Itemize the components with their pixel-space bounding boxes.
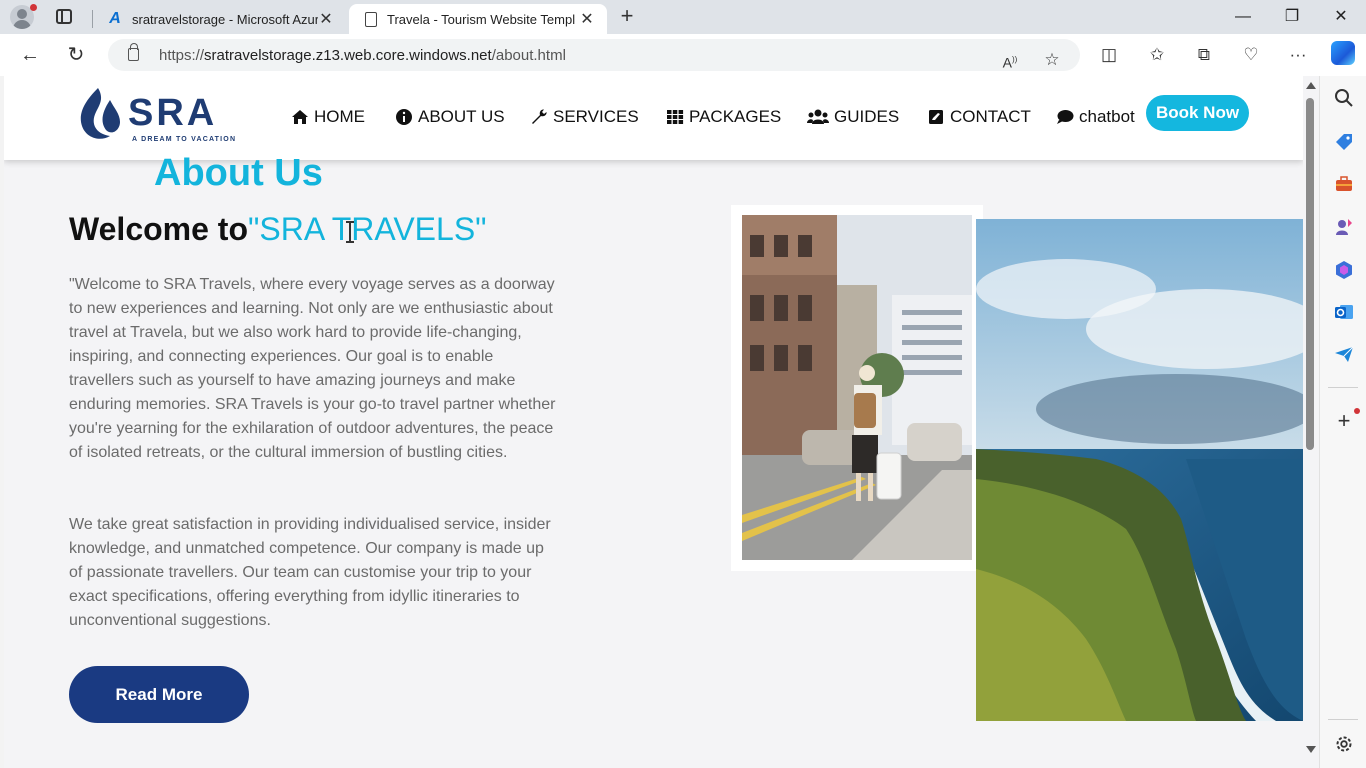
scroll-thumb[interactable] [1306,98,1314,450]
page-scrollbar[interactable] [1303,76,1319,768]
notification-dot [30,4,37,11]
nav-about-us[interactable]: ABOUT US [395,105,505,129]
more-menu-icon[interactable]: ··· [1286,43,1310,67]
browser-tab-bar: A sratravelstorage - Microsoft Azur ✕ Tr… [0,0,1366,34]
users-icon [807,109,829,124]
tab-travela[interactable]: Travela - Tourism Website Templ ✕ [349,4,607,34]
read-more-button[interactable]: Read More [69,666,249,723]
favorite-star-icon[interactable]: ☆ [1040,48,1064,72]
browser-toolbar: ← ↻ https://sratravelstorage.z13.web.cor… [0,34,1366,76]
nav-guides[interactable]: GUIDES [807,105,899,129]
favorites-icon[interactable]: ✩ [1145,43,1169,67]
close-icon[interactable]: ✕ [318,9,334,29]
tools-briefcase-icon[interactable] [1334,174,1354,194]
nav-home[interactable]: HOME [291,105,365,129]
page-viewport: SRA A DREAM TO VACATION HOME ABOUT US SE… [4,76,1303,768]
photo-frame [731,205,983,571]
info-icon [396,109,412,125]
copilot-icon[interactable] [1331,41,1355,65]
close-icon[interactable]: ✕ [579,9,595,29]
collections-icon[interactable]: ⧉ [1192,43,1216,67]
nav-packages[interactable]: PACKAGES [666,105,781,129]
grid-icon [667,110,684,124]
site-header: SRA A DREAM TO VACATION HOME ABOUT US SE… [4,76,1303,160]
games-icon[interactable] [1334,217,1354,237]
home-icon [292,110,308,124]
lock-icon[interactable] [128,43,139,61]
browser-essentials-icon[interactable]: ♡ [1239,43,1263,67]
page-icon [365,11,377,27]
settings-gear-icon[interactable] [1334,734,1354,754]
send-icon[interactable] [1334,344,1354,364]
refresh-button[interactable]: ↻ [63,42,89,68]
page-title: About Us [154,152,323,194]
scroll-down-arrow-icon[interactable] [1306,746,1316,753]
split-screen-icon[interactable]: ◫ [1097,43,1121,67]
new-tab-button[interactable]: + [617,4,637,28]
tab-azure[interactable]: A sratravelstorage - Microsoft Azur ✕ [94,4,346,34]
site-logo[interactable]: SRA A DREAM TO VACATION [76,86,246,148]
shopping-tag-icon[interactable] [1334,132,1354,152]
coastal-cliff-image [976,219,1303,721]
minimize-button[interactable]: — [1231,5,1255,29]
logo-tagline: A DREAM TO VACATION [132,136,237,143]
add-icon[interactable]: + [1334,410,1354,432]
chat-icon [1057,110,1074,124]
flame-logo-icon [80,88,120,139]
address-bar[interactable]: https://sratravelstorage.z13.web.core.wi… [108,39,1080,71]
edge-sidebar: + [1319,76,1366,768]
microsoft-365-icon[interactable] [1334,260,1354,280]
url-text: https://sratravelstorage.z13.web.core.wi… [159,47,566,64]
nav-services[interactable]: SERVICES [530,105,639,129]
contact-icon [929,110,943,124]
back-button[interactable]: ← [17,42,43,68]
text-cursor-icon [346,221,354,243]
notification-dot [1354,408,1360,414]
outlook-icon[interactable] [1334,302,1354,322]
nav-chatbot[interactable]: chatbot [1056,105,1135,129]
tab-actions-icon[interactable] [56,9,72,24]
street-traveller-image [742,215,972,560]
tab-title: sratravelstorage - Microsoft Azur [132,11,318,27]
restore-button[interactable]: ❐ [1280,5,1304,29]
search-icon[interactable] [1334,88,1354,108]
about-paragraph-1: "Welcome to SRA Travels, where every voy… [69,276,556,461]
tab-title: Travela - Tourism Website Templ [387,11,576,27]
nav-contact[interactable]: CONTACT [927,105,1031,129]
azure-icon: A [109,10,121,27]
logo-text: SRA [128,92,218,134]
read-aloud-icon[interactable]: A)) [998,48,1022,72]
about-paragraph-2: We take great satisfaction in providing … [69,516,551,629]
scroll-up-arrow-icon[interactable] [1306,82,1316,89]
welcome-heading: Welcome to"SRA TRAVELS" [69,211,487,247]
wrench-icon [532,109,547,124]
close-window-button[interactable]: ✕ [1329,5,1353,29]
book-now-button[interactable]: Book Now [1146,95,1249,131]
